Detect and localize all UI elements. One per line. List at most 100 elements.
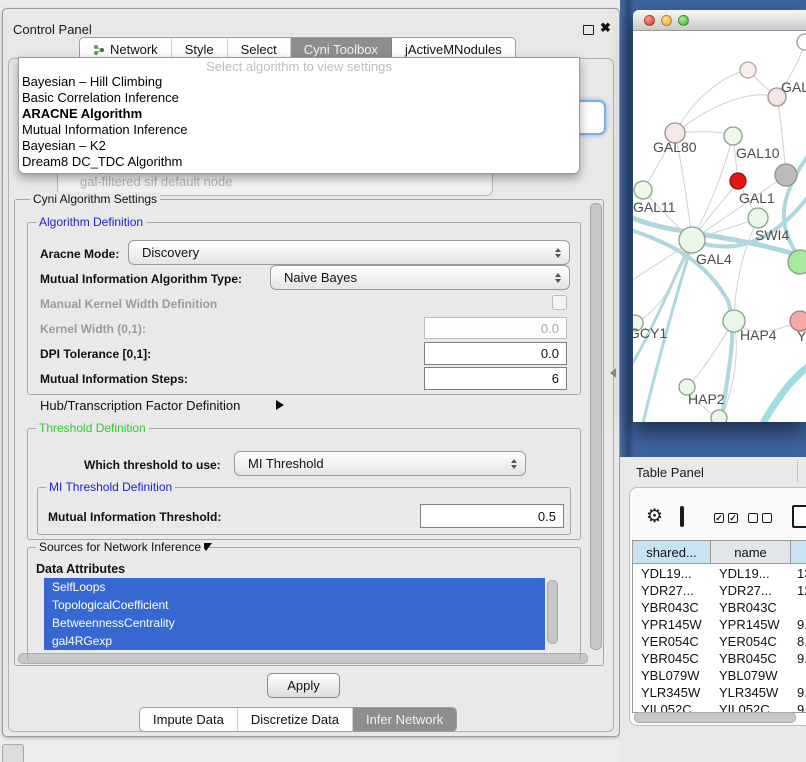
node-label: GCY1 xyxy=(633,325,667,341)
mi-threshold-field[interactable]: 0.5 xyxy=(420,504,564,528)
algorithm-placeholder: Select algorithm to view settings xyxy=(19,59,579,74)
network-window-titlebar[interactable] xyxy=(633,10,806,31)
panel-splitter-handle[interactable] xyxy=(610,368,616,378)
tab-impute-data-label: Impute Data xyxy=(153,708,224,731)
table-row[interactable]: YBR045CYBR045C9. xyxy=(633,650,806,667)
network-node-gal4[interactable] xyxy=(679,227,705,253)
column-header-partial[interactable] xyxy=(791,541,806,563)
zoom-traffic-light[interactable] xyxy=(678,15,689,26)
dpi-tolerance-value: 0.0 xyxy=(541,346,559,361)
algorithm-dropdown-popup: Select algorithm to view settings Bayesi… xyxy=(18,57,580,174)
table-row[interactable]: YPR145WYPR145W9. xyxy=(633,616,806,633)
screen: Control Panel ✖ Network Style Select Cyn… xyxy=(0,0,806,762)
tab-impute-data[interactable]: Impute Data xyxy=(140,708,238,731)
network-node-gray[interactable] xyxy=(775,164,797,186)
control-panel-title: Control Panel xyxy=(13,22,92,37)
attribute-item[interactable]: SelfLoops xyxy=(44,578,545,596)
checked-pair-icon[interactable]: ✓ ✓ xyxy=(714,513,738,523)
sources-legend: Sources for Network Inference xyxy=(36,540,204,554)
network-node[interactable] xyxy=(797,34,806,50)
network-canvas[interactable]: GAL80 GAL10 GAL11 GAL1 SWI4 GAL4 GCY1 HA… xyxy=(633,31,806,422)
expand-arrow-icon[interactable] xyxy=(276,400,284,410)
table-row[interactable]: YBR043CYBR043C xyxy=(633,599,806,616)
columns-icon[interactable] xyxy=(680,506,684,527)
node-label: SWI4 xyxy=(755,227,789,243)
close-window-icon[interactable]: ✖ xyxy=(600,20,611,36)
stepper-icon xyxy=(511,459,517,469)
dpi-tolerance-label: DPI Tolerance [0,1]: xyxy=(40,347,151,361)
float-window-icon[interactable] xyxy=(583,25,594,35)
node-label: GAL xyxy=(781,79,806,95)
table-row[interactable]: YER054CYER054C8. xyxy=(633,633,806,650)
kernel-width-field[interactable]: 0.0 xyxy=(424,317,567,339)
which-threshold-label: Which threshold to use: xyxy=(84,458,221,472)
network-node-gal1[interactable] xyxy=(748,208,768,228)
attribute-item[interactable]: BetweennessCentrality xyxy=(44,614,545,632)
table-panel-titlebar-divider xyxy=(797,460,798,482)
mi-algorithm-type-label: Mutual Information Algorithm Type: xyxy=(40,272,242,286)
mi-threshold-value: 0.5 xyxy=(538,509,556,524)
algorithm-option[interactable]: Bayesian – Hill Climbing xyxy=(19,74,579,90)
tab-discretize-data-label: Discretize Data xyxy=(251,708,339,731)
tab-infer-network[interactable]: Infer Network xyxy=(353,708,456,731)
table-row[interactable]: YDL19...YDL19...13 xyxy=(633,565,806,582)
which-threshold-value: MI Threshold xyxy=(248,456,324,471)
attributes-scrollbar[interactable] xyxy=(547,580,558,644)
mi-steps-value: 6 xyxy=(552,371,559,386)
algorithm-option[interactable]: Basic Correlation Inference xyxy=(19,90,579,106)
apply-button-label: Apply xyxy=(287,678,320,693)
node-label: GAL10 xyxy=(736,145,780,161)
algorithm-option[interactable]: Dream8 DC_TDC Algorithm xyxy=(19,154,579,170)
algorithm-option-aracne[interactable]: ARACNE Algorithm xyxy=(19,106,579,122)
tab-infer-network-label: Infer Network xyxy=(366,708,443,731)
corner-mini-button[interactable] xyxy=(2,744,24,762)
mi-algorithm-type-combobox[interactable]: Naive Bayes xyxy=(270,265,570,290)
apply-button[interactable]: Apply xyxy=(267,673,340,698)
empty-checkbox-icon xyxy=(748,513,758,523)
table-row[interactable]: YDR27...YDR27...12 xyxy=(633,582,806,599)
kernel-width-label: Kernel Width (0,1): xyxy=(40,322,146,336)
stepper-icon xyxy=(555,248,561,258)
algorithm-option[interactable]: Mutual Information Inference xyxy=(19,122,579,138)
mi-steps-label: Mutual Information Steps: xyxy=(40,372,188,386)
dpi-tolerance-field[interactable]: 0.0 xyxy=(424,342,567,365)
manual-kernel-width-checkbox[interactable] xyxy=(552,295,567,310)
mi-threshold-legend: MI Threshold Definition xyxy=(46,480,175,494)
column-header-shared[interactable]: shared... xyxy=(633,541,711,563)
table-horizontal-scrollbar[interactable] xyxy=(634,712,796,723)
aracne-mode-combobox[interactable]: Discovery xyxy=(128,240,570,265)
node-label: Y xyxy=(797,328,806,344)
node-label: GAL80 xyxy=(653,139,697,155)
which-threshold-combobox[interactable]: MI Threshold xyxy=(234,451,526,476)
algorithm-option[interactable]: Bayesian – K2 xyxy=(19,138,579,154)
mi-steps-field[interactable]: 6 xyxy=(424,367,567,390)
table-row[interactable]: YBL079WYBL079W xyxy=(633,667,806,684)
node-label: GAL1 xyxy=(739,190,775,206)
network-node-green[interactable] xyxy=(788,250,806,274)
attribute-item[interactable]: gal4RGexp xyxy=(44,632,545,650)
document-icon[interactable] xyxy=(792,505,806,528)
unchecked-pair-icon[interactable] xyxy=(748,513,772,523)
network-icon xyxy=(93,44,105,56)
node-label: HAP4 xyxy=(740,327,777,343)
network-node[interactable] xyxy=(711,410,727,422)
table-row[interactable]: YLR345WYLR345W9. xyxy=(633,684,806,701)
tab-discretize-data[interactable]: Discretize Data xyxy=(238,708,353,731)
cyni-algorithm-settings-legend: Cyni Algorithm Settings xyxy=(30,192,160,206)
network-node-red[interactable] xyxy=(730,173,746,189)
mi-algorithm-type-value: Naive Bayes xyxy=(284,270,357,285)
close-traffic-light[interactable] xyxy=(644,15,655,26)
attribute-item[interactable]: TopologicalCoefficient xyxy=(44,596,545,614)
settings-vertical-scrollbar[interactable] xyxy=(590,203,602,650)
gear-icon[interactable]: ⚙ xyxy=(646,507,663,526)
empty-checkbox-icon xyxy=(762,513,772,523)
node-table: shared... name YDL19...YDL19...13 YDR27.… xyxy=(632,540,806,713)
threshold-definition-legend: Threshold Definition xyxy=(36,421,149,435)
minimize-traffic-light[interactable] xyxy=(661,15,672,26)
network-node[interactable] xyxy=(740,62,756,78)
column-header-name[interactable]: name xyxy=(711,541,791,563)
stepper-icon xyxy=(555,273,561,283)
network-node-gal10[interactable] xyxy=(724,127,742,145)
node-label: HAP2 xyxy=(688,391,725,407)
network-node-gal11[interactable] xyxy=(634,181,652,199)
